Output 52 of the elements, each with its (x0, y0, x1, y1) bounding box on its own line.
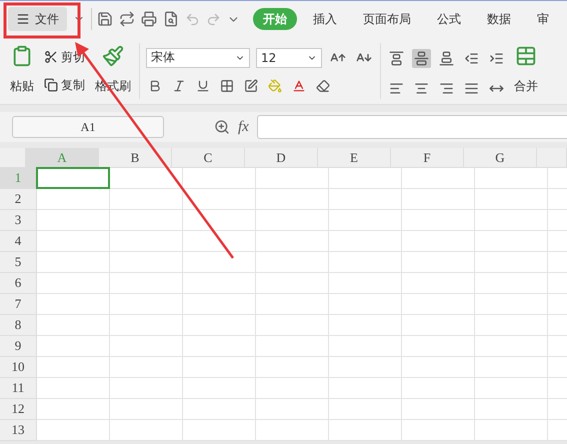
row-header[interactable]: 3 (0, 210, 37, 231)
fill-color-icon[interactable] (266, 76, 284, 94)
menu-icon (16, 12, 30, 26)
column-header[interactable]: B (99, 148, 172, 168)
font-size-dropdown[interactable]: 12 (256, 48, 322, 68)
ribbon-tab[interactable]: 审 (527, 8, 559, 30)
font-size-value: 12 (261, 50, 276, 64)
copy-icon (44, 78, 58, 92)
row-header[interactable]: 10 (0, 357, 37, 378)
font-name-dropdown[interactable]: 宋体 (146, 48, 250, 68)
row-header[interactable]: 13 (0, 420, 37, 441)
print-icon[interactable] (141, 11, 158, 27)
align-middle-icon[interactable] (412, 48, 431, 68)
ribbon-tab[interactable]: 页面布局 (353, 8, 421, 30)
merge-cells-icon (515, 45, 537, 67)
row-header[interactable]: 8 (0, 315, 37, 336)
ribbon-tab[interactable]: 插入 (303, 8, 347, 30)
copy-button[interactable]: 复制 (42, 74, 87, 96)
column-header[interactable]: F (391, 148, 464, 168)
zoom-icon[interactable] (214, 119, 230, 135)
cell-style-icon[interactable] (242, 76, 260, 94)
column-header[interactable]: G (464, 148, 537, 168)
ribbon-tab[interactable]: 公式 (427, 8, 471, 30)
scissors-icon (44, 50, 58, 64)
column-header[interactable]: D (245, 148, 318, 168)
file-menu-button[interactable]: 文件 (8, 7, 67, 31)
ribbon-tab[interactable]: 数据 (477, 8, 521, 30)
repeat-icon[interactable] (119, 11, 136, 27)
save-icon[interactable] (97, 11, 114, 27)
align-bottom-icon[interactable] (437, 48, 456, 68)
row-header[interactable]: 2 (0, 189, 37, 210)
clipboard-icon (11, 45, 33, 67)
row-header[interactable]: 9 (0, 336, 37, 357)
row-header[interactable]: 12 (0, 399, 37, 420)
row-header[interactable]: 5 (0, 252, 37, 273)
selected-cell[interactable] (36, 167, 110, 189)
merge-button[interactable]: 合并 (512, 43, 540, 97)
row-header[interactable]: 6 (0, 273, 37, 294)
print-preview-icon[interactable] (163, 11, 180, 27)
name-box[interactable]: A1 (12, 116, 164, 138)
row-header[interactable]: 4 (0, 231, 37, 252)
align-top-icon[interactable] (387, 48, 406, 68)
function-label[interactable]: fx (238, 118, 249, 136)
formula-input[interactable] (256, 115, 567, 139)
column-header[interactable]: E (318, 148, 391, 168)
font-name-value: 宋体 (151, 49, 175, 66)
column-header[interactable]: C (172, 148, 245, 168)
paste-button[interactable]: 粘贴 (8, 43, 36, 97)
cell-grid[interactable] (37, 168, 567, 441)
row-header[interactable]: 11 (0, 378, 37, 399)
row-header[interactable]: 7 (0, 294, 37, 315)
paintbrush-icon (102, 45, 124, 67)
